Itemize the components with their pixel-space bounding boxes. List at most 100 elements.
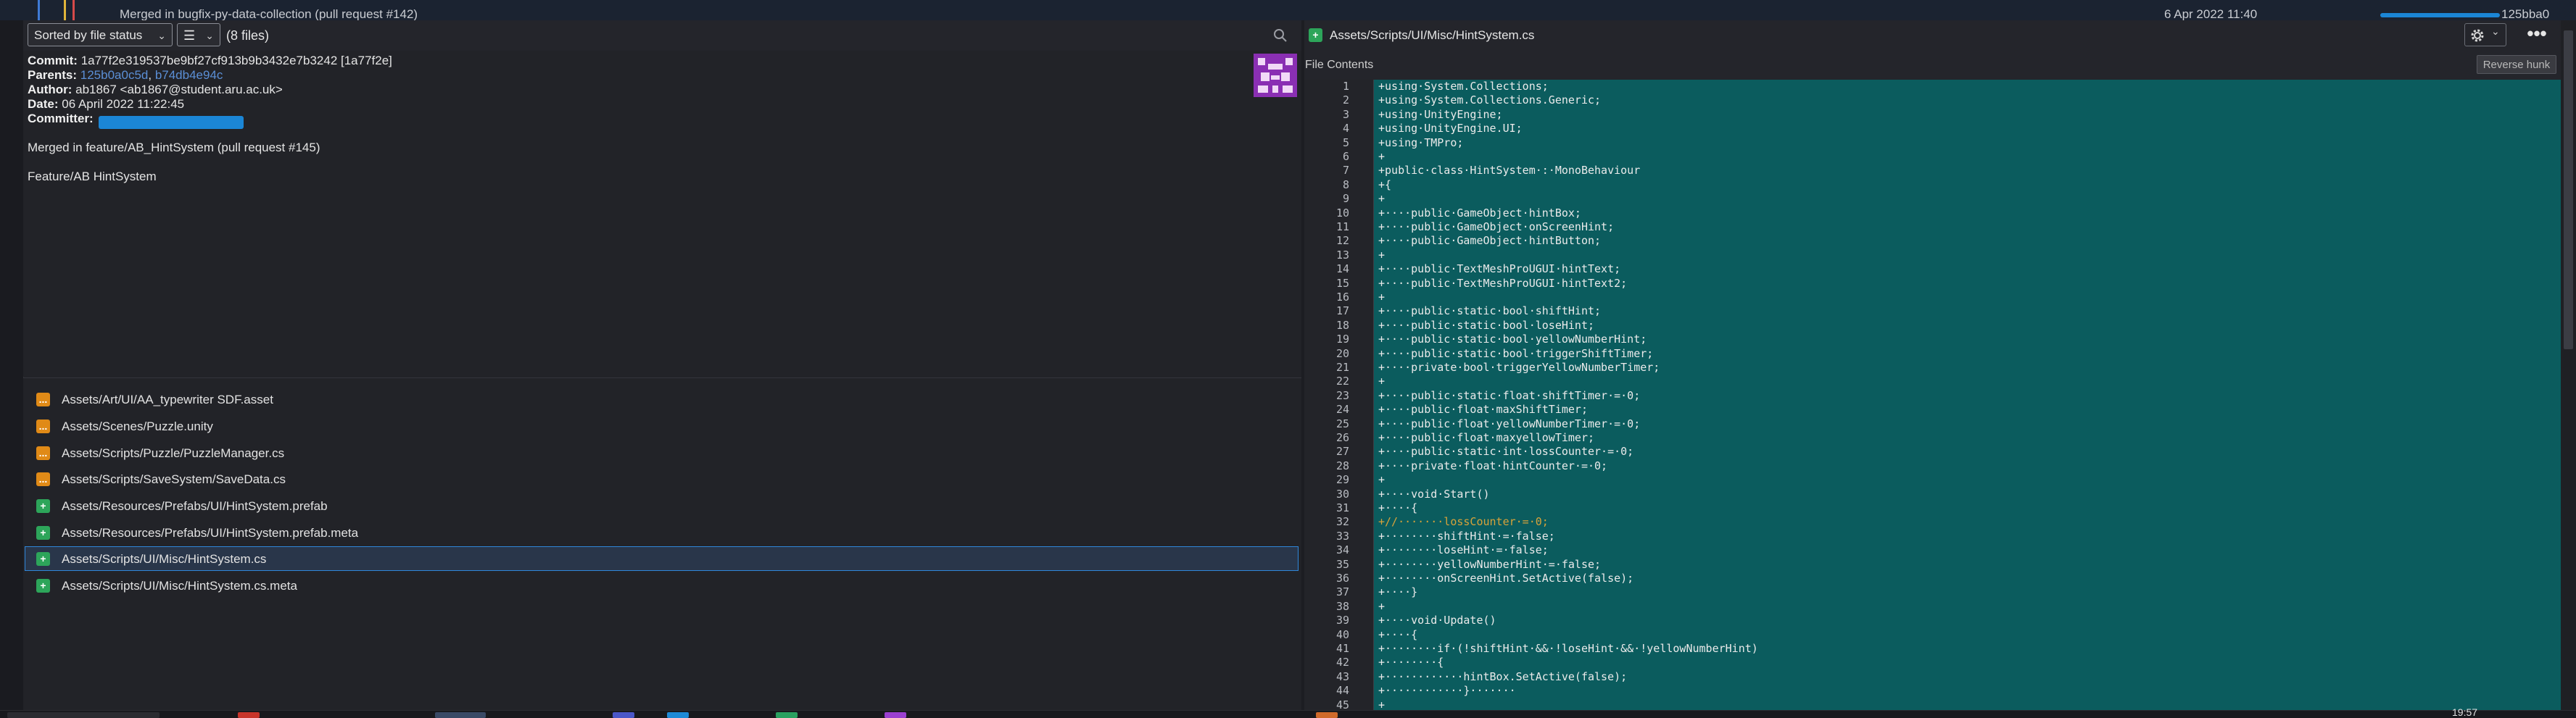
more-options-button[interactable]: ••• bbox=[2522, 23, 2551, 46]
code-text: +····public·static·float·shiftTimer·=·0; bbox=[1378, 388, 1641, 402]
line-number: 32 bbox=[1335, 515, 1349, 529]
code-text: +········loseHint·=·false; bbox=[1378, 543, 1549, 557]
file-row-selected[interactable]: + Assets/Scripts/UI/Misc/HintSystem.cs bbox=[25, 546, 1299, 571]
commit-label: Commit: bbox=[28, 54, 78, 67]
committer-line: Committer: bbox=[28, 112, 94, 126]
parent-link[interactable]: 125b0a0c5d bbox=[80, 68, 149, 82]
line-number: 45 bbox=[1335, 698, 1349, 710]
code-text: +{ bbox=[1378, 178, 1392, 191]
gear-icon bbox=[2471, 29, 2484, 42]
code-text: +····public·float·maxyellowTimer; bbox=[1378, 431, 1595, 444]
file-row[interactable]: + Assets/Resources/Prefabs/UI/HintSystem… bbox=[25, 493, 1299, 518]
line-number: 25 bbox=[1335, 417, 1349, 430]
code-line: 29 + bbox=[1304, 473, 2561, 487]
code-text: +····private·float·hintCounter·=·0; bbox=[1378, 459, 1608, 472]
code-line: 1 +using·System.Collections; bbox=[1304, 80, 2561, 93]
code-text: +········if·(!shiftHint·&&·!loseHint·&&·… bbox=[1378, 642, 1758, 655]
code-text: +····public·TextMeshProUGUI·hintText2; bbox=[1378, 276, 1628, 290]
line-number: 18 bbox=[1335, 318, 1349, 332]
file-row[interactable]: + Assets/Resources/Prefabs/UI/HintSystem… bbox=[25, 520, 1299, 545]
file-path: Assets/Scripts/SaveSystem/SaveData.cs bbox=[62, 472, 286, 486]
graph-branch-line bbox=[73, 0, 75, 20]
modified-file-icon: ... bbox=[36, 393, 50, 406]
code-line: 36 +········onScreenHint.SetActive(false)… bbox=[1304, 572, 2561, 585]
file-row[interactable]: ... Assets/Art/UI/AA_typewriter SDF.asse… bbox=[25, 387, 1299, 412]
code-text: +········shiftHint·=·false; bbox=[1378, 529, 1555, 543]
code-text: +····{ bbox=[1378, 501, 1418, 514]
code-text: +····void·Start() bbox=[1378, 487, 1490, 501]
line-number: 26 bbox=[1335, 431, 1349, 444]
reverse-hunk-button[interactable]: Reverse hunk bbox=[2477, 55, 2556, 74]
modified-file-icon: ... bbox=[36, 472, 50, 486]
graph-branch-line bbox=[64, 0, 66, 20]
code-line: 4 +using·UnityEngine.UI; bbox=[1304, 122, 2561, 135]
author-line: Author: ab1867 <ab1867@student.aru.ac.uk… bbox=[28, 83, 283, 97]
file-path: Assets/Scenes/Puzzle.unity bbox=[62, 419, 213, 433]
graph-branch-line bbox=[38, 0, 40, 20]
file-path: Assets/Scripts/UI/Misc/HintSystem.cs bbox=[62, 552, 267, 566]
code-text: +using·UnityEngine.UI; bbox=[1378, 122, 1523, 135]
code-line: 28 +····private·float·hintCounter·=·0; bbox=[1304, 459, 2561, 473]
line-number: 23 bbox=[1335, 388, 1349, 402]
line-number: 33 bbox=[1335, 529, 1349, 543]
line-number: 22 bbox=[1335, 375, 1349, 388]
code-text: +public·class·HintSystem·:·MonoBehaviour bbox=[1378, 164, 1641, 178]
code-line: 45 + bbox=[1304, 698, 2561, 710]
history-strip[interactable]: Merged in bugfix-py-data-collection (pul… bbox=[0, 0, 2576, 20]
code-line: 13 + bbox=[1304, 249, 2561, 262]
search-icon[interactable] bbox=[1272, 28, 1288, 43]
code-text: +····public·static·bool·loseHint; bbox=[1378, 318, 1595, 332]
scrollbar-thumb[interactable] bbox=[2564, 30, 2573, 349]
parent-link[interactable]: b74db4e94c bbox=[155, 68, 223, 82]
left-sidebar-edge bbox=[0, 20, 24, 717]
code-text: +using·System.Collections.Generic; bbox=[1378, 93, 1602, 107]
code-text: +········onScreenHint.SetActive(false); bbox=[1378, 572, 1634, 585]
history-message: Merged in bugfix-py-data-collection (pul… bbox=[120, 7, 418, 20]
diff-scrollbar[interactable] bbox=[2561, 20, 2576, 717]
code-text: +//·······lossCounter·=·0; bbox=[1378, 515, 1549, 529]
commit-line: Commit: 1a77f2e319537be9bf27cf913b9b3432… bbox=[28, 54, 392, 68]
added-file-icon: + bbox=[36, 552, 50, 566]
code-line: 41 +········if·(!shiftHint·&&·!loseHint·&… bbox=[1304, 642, 2561, 656]
added-file-icon: + bbox=[1309, 28, 1322, 42]
line-number: 9 bbox=[1342, 192, 1349, 206]
line-number: 27 bbox=[1335, 445, 1349, 459]
code-text: +····public·static·bool·shiftHint; bbox=[1378, 304, 1602, 318]
file-row[interactable]: ... Assets/Scripts/Puzzle/PuzzleManager.… bbox=[25, 441, 1299, 465]
code-line: 33 +········shiftHint·=·false; bbox=[1304, 530, 2561, 543]
line-number: 1 bbox=[1342, 80, 1349, 93]
code-line: 12 +····public·GameObject·hintButton; bbox=[1304, 234, 2561, 248]
line-number: 36 bbox=[1335, 572, 1349, 585]
parents-label: Parents: bbox=[28, 68, 78, 82]
redacted-author-bar bbox=[2380, 13, 2500, 17]
added-file-icon: + bbox=[36, 499, 50, 513]
code-text: +····} bbox=[1378, 585, 1418, 599]
code-line: 24 +····public·float·maxShiftTimer; bbox=[1304, 403, 2561, 417]
date-label: Date: bbox=[28, 97, 59, 111]
line-number: 3 bbox=[1342, 107, 1349, 121]
date-line: Date: 06 April 2022 11:22:45 bbox=[28, 97, 184, 112]
file-path: Assets/Resources/Prefabs/UI/HintSystem.p… bbox=[62, 526, 359, 540]
file-row[interactable]: ... Assets/Scenes/Puzzle.unity bbox=[25, 414, 1299, 438]
code-text: + bbox=[1378, 375, 1386, 388]
code-line: 16 + bbox=[1304, 291, 2561, 304]
modified-file-icon: ... bbox=[36, 419, 50, 433]
line-number: 43 bbox=[1335, 669, 1349, 683]
file-path: Assets/Scripts/Puzzle/PuzzleManager.cs bbox=[62, 446, 285, 460]
sort-dropdown[interactable]: Sorted by file status ⌄ bbox=[28, 23, 173, 46]
view-mode-dropdown[interactable]: ☰ ⌄ bbox=[177, 23, 220, 46]
diff-options-button[interactable]: ⌄ bbox=[2464, 23, 2506, 46]
code-text: +using·System.Collections; bbox=[1378, 80, 1549, 93]
code-line: 7 +public·class·HintSystem·:·MonoBehaviou… bbox=[1304, 164, 2561, 178]
diff-code-view[interactable]: 1 +using·System.Collections; 2 +using·Syste… bbox=[1304, 80, 2561, 710]
code-text: +····public·GameObject·hintBox; bbox=[1378, 206, 1581, 220]
file-row[interactable]: + Assets/Scripts/UI/Misc/HintSystem.cs.m… bbox=[25, 573, 1299, 598]
code-text: + bbox=[1378, 248, 1386, 262]
file-row[interactable]: ... Assets/Scripts/SaveSystem/SaveData.c… bbox=[25, 467, 1299, 491]
line-number: 34 bbox=[1335, 543, 1349, 557]
code-line: 11 +····public·GameObject·onScreenHint; bbox=[1304, 220, 2561, 234]
code-text: +····public·static·bool·yellowNumberHint… bbox=[1378, 333, 1647, 346]
code-line: 32 +//·······lossCounter·=·0; bbox=[1304, 515, 2561, 529]
code-line: 43 +············hintBox.SetActive(false); bbox=[1304, 670, 2561, 684]
line-number: 24 bbox=[1335, 403, 1349, 417]
